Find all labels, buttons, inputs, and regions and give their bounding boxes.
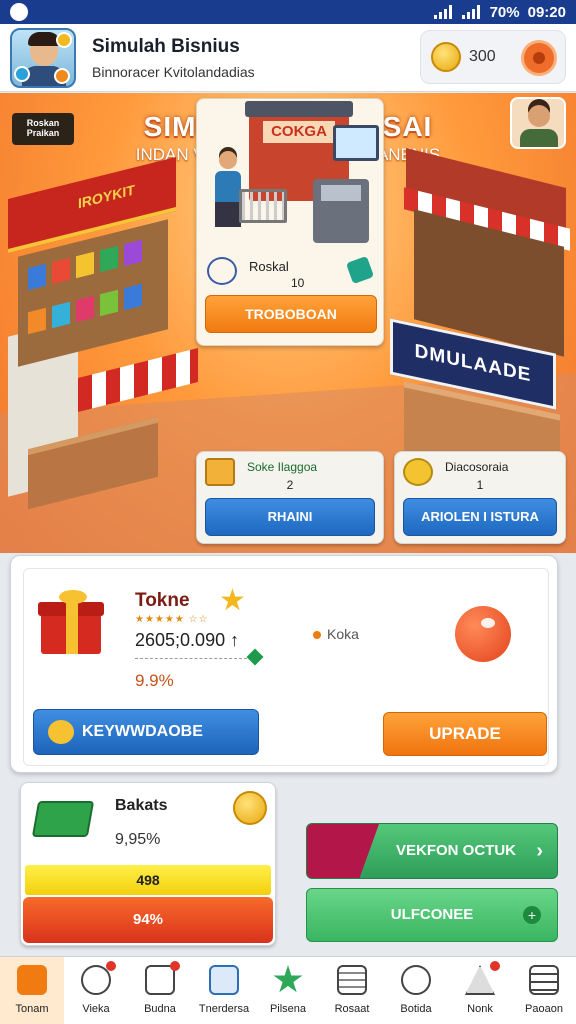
stack-icon <box>337 965 367 995</box>
app-notification-icon <box>10 3 28 21</box>
package-icon <box>345 255 375 285</box>
signal-icon <box>461 5 482 19</box>
product-price: 2605;0.090 ↑ <box>135 630 240 650</box>
clock: 09:20 <box>527 3 566 21</box>
mini-card-count: 2 <box>286 478 294 492</box>
nav-item-budna[interactable]: Budna <box>128 957 192 1024</box>
product-title: Tokne <box>135 590 190 611</box>
level-badge-icon <box>54 68 70 84</box>
nav-label: Paoaon <box>525 1003 563 1015</box>
cash-register-icon <box>313 179 369 243</box>
app-header: Simulah Bisnius Binnoracer Kvitolandadia… <box>0 24 576 92</box>
nav-label: Pilsena <box>269 1003 307 1015</box>
left-shop-sign: IROYKIT <box>78 181 135 212</box>
mini-card-title: Diacosoraia <box>445 460 509 474</box>
store-sign: COKGA <box>263 121 335 143</box>
notification-dot <box>106 961 116 971</box>
nav-item-paoaon[interactable]: Paoaon <box>512 957 576 1024</box>
nav-item-pilsena[interactable]: Pilsena <box>256 957 320 1024</box>
nav-item-tnerdersa[interactable]: Tnerdersa <box>192 957 256 1024</box>
star-icon: ★ <box>219 584 246 617</box>
shopkeeper <box>215 151 241 231</box>
nav-item-rosaat[interactable]: Rosaat <box>320 957 384 1024</box>
keyword-button[interactable]: KEYWWDAOBE <box>33 709 259 755</box>
product-rating: ★★★★★ ☆☆ <box>135 614 209 625</box>
nav-label: Tonam <box>15 1003 49 1015</box>
action-button-secondary[interactable]: ULFCONEE + <box>306 888 558 942</box>
mini-card-button[interactable]: ARIOLEN I ISTURA <box>403 498 557 536</box>
layers-icon <box>529 965 559 995</box>
nav-label: Tnerdersa <box>198 1003 250 1015</box>
stats-percent: 9,95% <box>115 831 161 848</box>
heart-icon <box>207 257 237 285</box>
notification-dot <box>490 961 500 971</box>
ledger-icon <box>209 965 239 995</box>
action-button-primary[interactable]: VEKFON OCTUK › <box>306 823 558 879</box>
chevron-right-icon: › <box>536 840 543 862</box>
mini-card-count: 1 <box>476 478 484 492</box>
app-title: Simulah Bisnius <box>92 36 240 57</box>
coin-icon <box>48 720 74 744</box>
left-shop-illustration: IROYKIT <box>8 157 198 510</box>
store-action-button[interactable]: TROBOBOAN <box>205 295 377 333</box>
bottom-navigation: Tonam Vieka Budna Tnerdersa Pilsena Rosa… <box>0 956 576 1024</box>
mini-card-right[interactable]: Diacosoraia 1 ARIOLEN I ISTURA <box>394 451 566 544</box>
stats-card: Bakats 9,95% 498 94% <box>20 782 276 946</box>
cart-icon <box>239 189 287 223</box>
mini-card-title: Soke Ilaggoa <box>247 460 318 474</box>
gift-box-icon <box>38 590 104 654</box>
upgrade-button[interactable]: UPRADE <box>383 712 547 756</box>
coin-balance[interactable]: 300 <box>420 30 566 84</box>
coin-badge-icon <box>56 32 72 48</box>
monitor-icon <box>333 125 379 161</box>
app-subtitle: Binnoracer Kvitolandadias <box>92 64 255 80</box>
store-card[interactable]: COKGA Roskal 10 TROBOBOAN <box>196 98 384 346</box>
notification-dot <box>170 961 180 971</box>
profile-avatar[interactable] <box>10 28 76 88</box>
nav-label: Rosaat <box>334 1003 370 1015</box>
mini-card-button[interactable]: RHAINI <box>205 498 375 536</box>
action-button-primary-label: VEKFON OCTUK <box>396 842 516 859</box>
store-illustration: COKGA <box>205 101 379 255</box>
cash-icon <box>31 801 95 837</box>
status-bar: 70% 09:20 <box>0 0 576 24</box>
nav-label: Budna <box>144 1003 176 1015</box>
advisor-avatar[interactable] <box>510 97 566 149</box>
orange-ball-icon <box>455 606 511 662</box>
settings-gear-icon[interactable] <box>521 40 557 76</box>
nav-label: Vieka <box>82 1003 110 1015</box>
mini-card-left[interactable]: Soke Ilaggoa 2 RHAINI <box>196 451 384 544</box>
coin-value: 300 <box>469 48 496 65</box>
stats-bar-bottom[interactable]: 94% <box>23 897 273 943</box>
nav-label: Nonk <box>467 1003 493 1015</box>
product-percent: 9.9% <box>135 671 174 690</box>
nav-item-botida[interactable]: Botida <box>384 957 448 1024</box>
rank-badge-icon <box>14 66 30 82</box>
action-button-secondary-label: ULFCONEE <box>390 906 474 923</box>
plus-icon: + <box>523 906 541 924</box>
right-shop-illustration: DMULAADE <box>390 148 572 488</box>
wifi-icon <box>433 5 454 19</box>
shop-icon <box>17 965 47 995</box>
stats-bar-top: 498 <box>25 865 271 895</box>
nav-item-nonk[interactable]: Nonk <box>448 957 512 1024</box>
stats-title: Bakats <box>115 797 168 814</box>
keyword-button-label: KEYWWDAOBE <box>82 723 203 740</box>
nav-item-vieka[interactable]: Vieka <box>64 957 128 1024</box>
star-icon <box>273 965 303 993</box>
product-card: Tokne ★ ★★★★★ ☆☆ 2605;0.090 ↑ 9.9% Koka … <box>10 555 558 773</box>
coin-icon[interactable] <box>233 791 267 825</box>
battery-level: 70% <box>489 3 520 21</box>
person-icon <box>401 965 431 995</box>
nav-item-tonam[interactable]: Tonam <box>0 957 64 1024</box>
store-count: 10 <box>291 276 305 290</box>
coin-icon <box>431 42 461 72</box>
store-label: Roskal <box>249 259 289 274</box>
product-tag: Koka <box>313 626 359 642</box>
nav-label: Botida <box>400 1003 432 1015</box>
